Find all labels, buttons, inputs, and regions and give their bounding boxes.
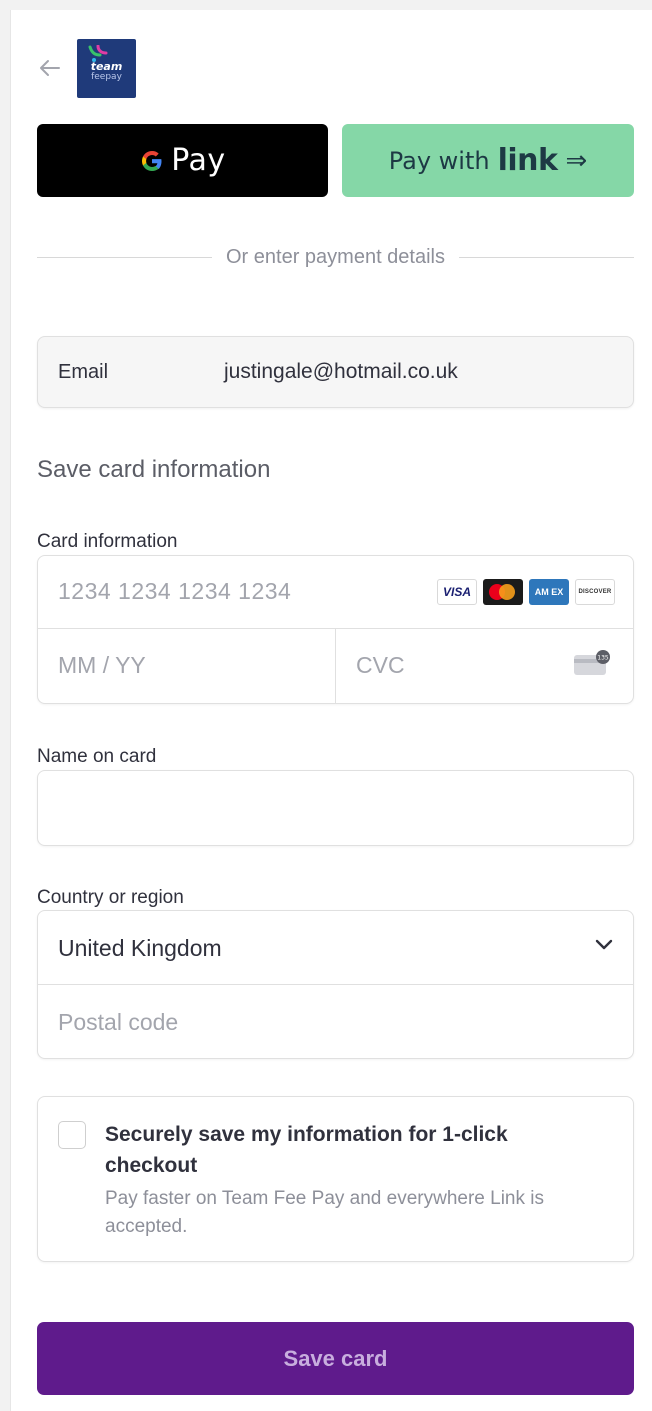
email-field[interactable]: Email justingale@hotmail.co.uk [37, 336, 634, 408]
save-card-button[interactable]: Save card [37, 1322, 634, 1395]
name-on-card-label: Name on card [37, 746, 157, 767]
payment-divider: Or enter payment details [37, 244, 634, 270]
cvc-hint-text: 135 [597, 655, 609, 662]
save-info-option: Securely save my information for 1-click… [37, 1096, 634, 1262]
mastercard-icon [483, 579, 523, 605]
merchant-logo: team feepay [77, 38, 136, 98]
expiry-input[interactable]: MM / YY [58, 652, 146, 679]
postal-code-input[interactable]: Postal code [58, 1009, 178, 1036]
email-label: Email [58, 360, 109, 383]
country-group: United Kingdom Postal code [37, 910, 634, 1059]
visa-icon: VISA [437, 579, 477, 605]
save-info-subtitle: Pay faster on Team Fee Pay and everywher… [105, 1188, 544, 1237]
divider-line-left [37, 256, 212, 258]
country-label: Country or region [37, 887, 184, 908]
link-button-prefix: Pay with [388, 146, 490, 175]
amex-icon: AM EX [529, 579, 569, 605]
card-row-separator [335, 629, 336, 704]
country-select[interactable]: United Kingdom [38, 911, 633, 985]
team-feepay-mark-icon [88, 44, 108, 62]
discover-icon: DISCOVER [575, 579, 615, 605]
divider-line-right [459, 256, 634, 258]
section-title: Save card information [37, 456, 271, 483]
pay-with-link-button[interactable]: Pay with link ⇒ [342, 124, 634, 197]
header: team feepay [37, 38, 136, 98]
card-brand-icons: VISA AM EX DISCOVER [437, 579, 615, 605]
cvc-card-icon: 135 [574, 650, 610, 675]
chevron-down-icon [595, 939, 613, 950]
card-number-placeholder: 1234 1234 1234 1234 [58, 578, 292, 604]
card-information-group: 1234 1234 1234 1234 VISA AM EX DISCOVER … [37, 555, 634, 704]
google-pay-button[interactable]: Pay [37, 124, 328, 197]
cvc-input[interactable]: CVC [356, 652, 405, 679]
checkout-panel: team feepay Pay Pay with link ⇒ Or enter… [10, 10, 652, 1411]
email-value: justingale@hotmail.co.uk [224, 360, 458, 383]
divider-text: Or enter payment details [226, 245, 445, 268]
google-g-icon [142, 150, 162, 171]
save-info-checkbox[interactable] [58, 1121, 86, 1149]
name-on-card-input[interactable] [37, 770, 634, 846]
arrow-left-icon [40, 60, 60, 76]
double-arrow-right-icon: ⇒ [565, 145, 588, 176]
link-brand-text: link [497, 143, 558, 178]
logo-text-feepay: feepay [91, 72, 122, 82]
card-information-label: Card information [37, 531, 178, 552]
google-pay-label: Pay [171, 143, 226, 178]
back-button[interactable] [37, 55, 63, 81]
card-number-input[interactable]: 1234 1234 1234 1234 VISA AM EX DISCOVER [38, 556, 633, 629]
country-selected-value: United Kingdom [58, 935, 222, 961]
save-info-title: Securely save my information for 1-click… [105, 1123, 508, 1177]
logo-text-team: team [90, 60, 123, 73]
